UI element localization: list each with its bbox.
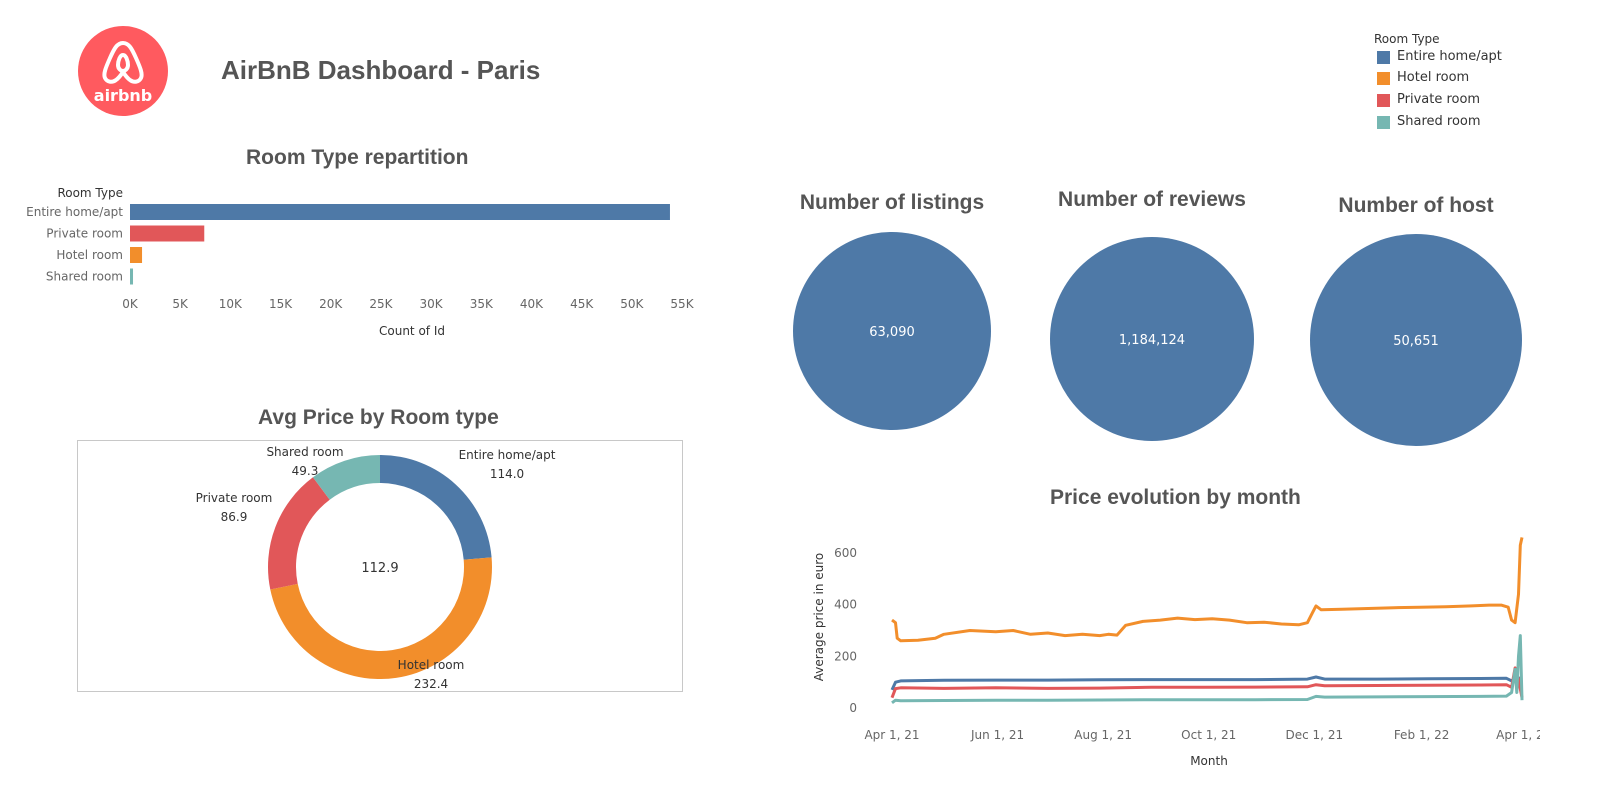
donut-slice-value: 232.4 — [414, 677, 448, 691]
bar-x-tick: 45K — [570, 297, 594, 311]
line-x-tick: Jun 1, 21 — [970, 728, 1024, 742]
bar-x-tick: 5K — [172, 297, 189, 311]
line-y-axis-label: Average price in euro — [812, 553, 826, 682]
line-x-axis-label: Month — [1190, 754, 1228, 768]
legend-swatch — [1377, 72, 1390, 85]
line-x-tick: Aug 1, 21 — [1074, 728, 1132, 742]
line-series — [891, 634, 1524, 705]
line-x-tick: Feb 1, 22 — [1394, 728, 1450, 742]
bar-x-tick: 15K — [269, 297, 293, 311]
bar-chart-title: Room Type repartition — [246, 146, 469, 169]
bar — [130, 247, 143, 263]
bar-x-axis-label: Count of Id — [379, 324, 445, 338]
legend-swatch — [1377, 94, 1390, 107]
bar-x-tick: 35K — [470, 297, 494, 311]
bar-category-label: Shared room — [46, 270, 123, 284]
legend-swatch — [1377, 116, 1390, 129]
page-title: AirBnB Dashboard - Paris — [221, 55, 541, 85]
bar-x-tick: 50K — [620, 297, 644, 311]
donut-slice-value: 114.0 — [490, 467, 524, 481]
kpi-title-listings: Number of listings — [799, 191, 985, 214]
bar-x-tick: 40K — [520, 297, 544, 311]
bar-x-tick: 30K — [420, 297, 444, 311]
line-series — [891, 537, 1524, 643]
line-y-tick: 400 — [834, 598, 857, 612]
donut-chart-title: Avg Price by Room type — [258, 406, 499, 429]
kpi-value-reviews: 1,184,124 — [1119, 333, 1185, 348]
bar-x-tick: 20K — [319, 297, 343, 311]
bar — [130, 204, 670, 220]
donut-center-label: 112.9 — [361, 561, 398, 576]
donut-slice-label: Shared room — [266, 445, 343, 459]
kpi-circles: 63,090 1,184,124 50,651 — [793, 232, 1522, 446]
bar — [130, 225, 205, 242]
bar-category-label: Entire home/apt — [26, 205, 123, 219]
bar — [130, 268, 134, 285]
bar-x-tick: 10K — [219, 297, 243, 311]
kpi-title-reviews: Number of reviews — [1058, 188, 1246, 211]
line-chart-title: Price evolution by month — [1050, 486, 1301, 509]
line-x-tick: Dec 1, 21 — [1286, 728, 1344, 742]
kpi-title-host: Number of host — [1338, 194, 1494, 217]
price-evolution-line-chart: 0 200 400 600 Apr 1, 21 Jun 1, 21 Aug 1, 21 Oct… — [812, 537, 1540, 768]
line-x-tick: Apr 1, 22 — [1496, 728, 1540, 742]
donut-slice-label: Private room — [196, 491, 273, 505]
legend-title: Room Type — [1374, 32, 1440, 46]
line-y-tick: 0 — [849, 701, 857, 715]
legend-swatch — [1377, 51, 1390, 64]
logo-text: airbnb — [94, 86, 152, 105]
bar-category-label: Private room — [46, 227, 123, 241]
donut-slice-label: Hotel room — [398, 658, 465, 672]
line-y-tick: 200 — [834, 649, 857, 663]
line-series — [890, 666, 1524, 699]
bar-row-header: Room Type — [57, 186, 123, 200]
airbnb-logo: airbnb — [77, 25, 169, 117]
donut-slice — [380, 455, 492, 560]
airbnb-logo-icon: airbnb — [78, 26, 168, 116]
avg-price-donut-chart: Entire home/apt 114.0 Hotel room 232.4 Priva… — [196, 445, 556, 691]
donut-slice-label: Entire home/apt — [459, 448, 556, 462]
bar-category-label: Hotel room — [56, 248, 123, 262]
bar-x-tick: 0K — [122, 297, 139, 311]
bar-x-tick: 55K — [670, 297, 694, 311]
donut-slice-value: 86.9 — [221, 510, 248, 524]
room-type-bar-chart: Room Type Entire home/apt Private room Hote… — [26, 186, 695, 338]
bar-x-tick: 25K — [369, 297, 393, 311]
kpi-value-host: 50,651 — [1393, 334, 1439, 349]
donut-slice-value: 49.3 — [292, 464, 319, 478]
line-y-tick: 600 — [834, 546, 857, 560]
line-x-tick: Oct 1, 21 — [1181, 728, 1236, 742]
donut-slice — [268, 477, 330, 590]
kpi-value-listings: 63,090 — [869, 325, 915, 340]
line-x-tick: Apr 1, 21 — [864, 728, 919, 742]
